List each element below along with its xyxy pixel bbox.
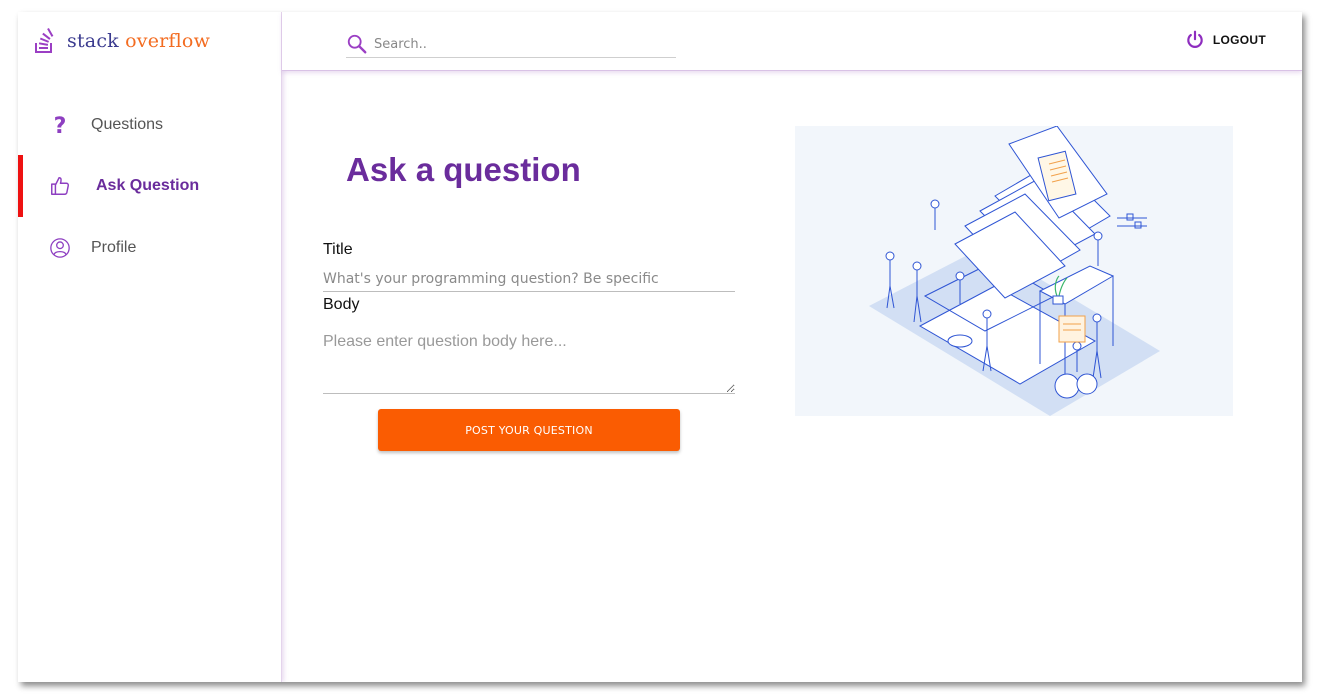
body-field[interactable] [323,333,735,394]
sidebar-item-questions[interactable]: ? Questions [18,94,281,156]
question-mark-icon: ? [48,113,72,137]
sidebar-item-label: Ask Question [96,177,200,194]
top-bar: LOGOUT [282,12,1302,71]
brand-name: stack overflow [67,30,210,52]
svg-text:?: ? [54,114,67,137]
community-illustration [869,125,1160,416]
search-input[interactable] [372,35,666,53]
user-circle-icon [48,236,72,260]
sidebar-item-label: Profile [91,239,137,256]
thumbs-up-icon [48,174,72,198]
search-icon [347,34,367,54]
title-field-label: Title [323,241,353,258]
sidebar-item-label: Questions [91,116,164,133]
sidebar-item-profile[interactable]: Profile [18,217,281,279]
sidebar: stack overflow ? Questions Ask Question [18,12,282,682]
main-content: Ask a question Title Body POST YOUR QUES… [282,71,1302,682]
app-window: stack overflow ? Questions Ask Question [18,12,1302,682]
illustration [795,125,1233,416]
brand-name-part1: stack [67,30,119,52]
search-bar [346,31,676,58]
body-field-label: Body [323,296,360,313]
stack-overflow-icon [35,28,54,53]
post-question-button[interactable]: POST YOUR QUESTION [378,409,680,451]
power-icon [1187,30,1203,48]
brand-name-part2: overflow [125,30,211,52]
page-title: Ask a question [346,151,581,188]
brand-logo[interactable]: stack overflow [34,28,210,54]
sidebar-item-ask-question[interactable]: Ask Question [18,155,281,217]
logout-label: LOGOUT [1212,33,1266,47]
logout-button[interactable]: LOGOUT [1185,30,1266,50]
title-field[interactable] [323,267,735,292]
